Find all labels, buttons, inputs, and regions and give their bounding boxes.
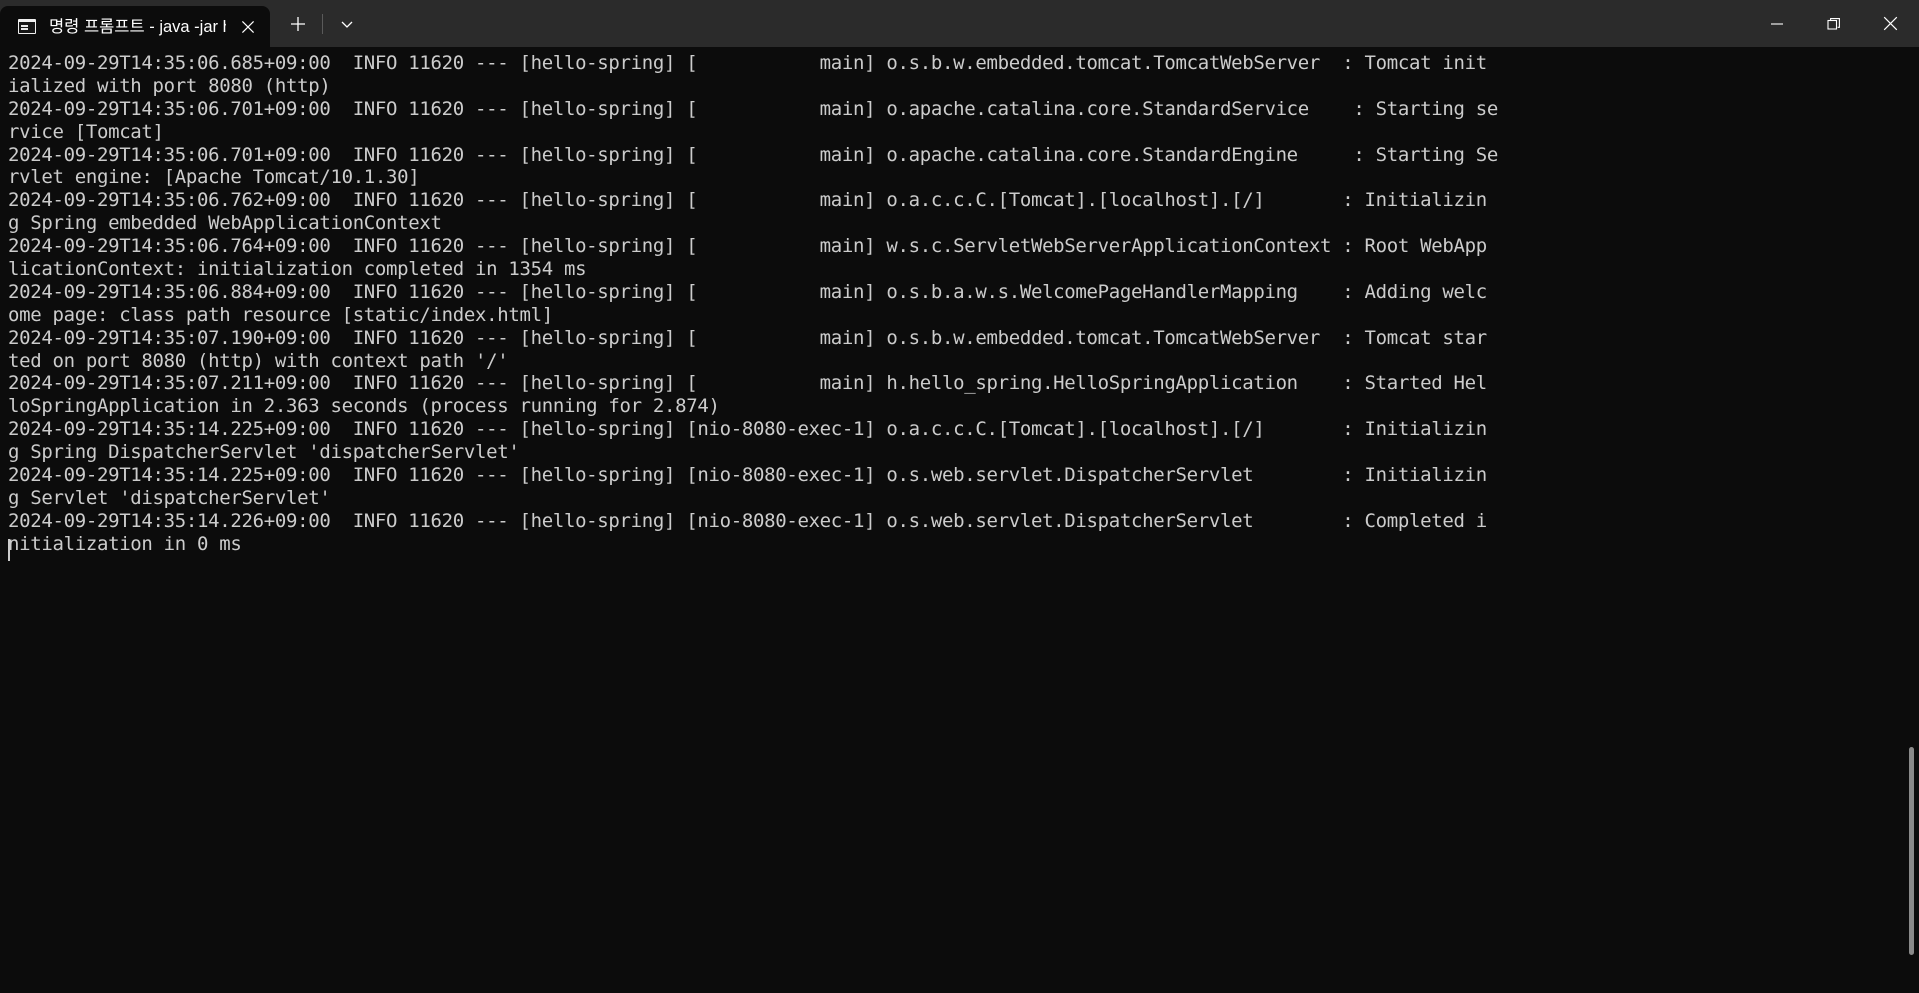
terminal-line: 2024-09-29T14:35:06.762+09:00 INFO 11620… (8, 189, 1487, 212)
terminal-line: 2024-09-29T14:35:07.190+09:00 INFO 11620… (8, 326, 1487, 349)
window-controls (1748, 0, 1919, 47)
tab-strip-actions (270, 0, 369, 47)
terminal-line: 2024-09-29T14:35:14.225+09:00 INFO 11620… (8, 418, 1487, 441)
tab-close-icon[interactable] (234, 13, 262, 41)
new-tab-button[interactable] (276, 6, 320, 42)
terminal-line: 2024-09-29T14:35:06.884+09:00 INFO 11620… (8, 280, 1487, 303)
terminal-line: 2024-09-29T14:35:07.211+09:00 INFO 11620… (8, 372, 1487, 395)
terminal-line: loSpringApplication in 2.363 seconds (pr… (8, 395, 720, 418)
tab-strip: 명령 프롬프트 - java -jar hello (0, 0, 369, 47)
terminal-line: ted on port 8080 (http) with context pat… (8, 349, 509, 372)
tab-command-prompt[interactable]: 명령 프롬프트 - java -jar hello (0, 6, 270, 47)
title-bar-drag-region[interactable] (369, 0, 1748, 47)
text-cursor (8, 539, 10, 561)
terminal-output[interactable]: 2024-09-29T14:35:06.685+09:00 INFO 11620… (0, 47, 1919, 993)
title-bar: 명령 프롬프트 - java -jar hello (0, 0, 1919, 47)
terminal-pane[interactable]: 2024-09-29T14:35:06.685+09:00 INFO 11620… (0, 47, 1919, 993)
tab-actions-divider (322, 13, 323, 34)
terminal-line: licationContext: initialization complete… (8, 258, 587, 281)
terminal-line: ialized with port 8080 (http) (8, 74, 331, 97)
terminal-line: ome page: class path resource [static/in… (8, 303, 553, 326)
terminal-line: 2024-09-29T14:35:06.701+09:00 INFO 11620… (8, 97, 1498, 120)
terminal-line: rvice [Tomcat] (8, 120, 164, 143)
terminal-window: 명령 프롬프트 - java -jar hello (0, 0, 1919, 993)
terminal-line: g Servlet 'dispatcherServlet' (8, 486, 331, 509)
terminal-line: nitialization in 0 ms (8, 532, 242, 555)
terminal-scrollbar[interactable] (1903, 47, 1919, 993)
terminal-line: 2024-09-29T14:35:06.764+09:00 INFO 11620… (8, 235, 1487, 258)
terminal-line: g Spring DispatcherServlet 'dispatcherSe… (8, 441, 520, 464)
terminal-line: g Spring embedded WebApplicationContext (8, 212, 442, 235)
terminal-line: rvlet engine: [Apache Tomcat/10.1.30] (8, 166, 420, 189)
terminal-line: 2024-09-29T14:35:06.701+09:00 INFO 11620… (8, 143, 1498, 166)
close-button[interactable] (1862, 0, 1919, 47)
tab-title: 명령 프롬프트 - java -jar hello (49, 17, 226, 36)
chevron-down-icon[interactable] (325, 6, 369, 42)
restore-button[interactable] (1805, 0, 1862, 47)
terminal-line: 2024-09-29T14:35:14.225+09:00 INFO 11620… (8, 464, 1487, 487)
scrollbar-thumb[interactable] (1909, 747, 1914, 956)
minimize-button[interactable] (1748, 0, 1805, 47)
terminal-line: 2024-09-29T14:35:14.226+09:00 INFO 11620… (8, 509, 1487, 532)
terminal-line: 2024-09-29T14:35:06.685+09:00 INFO 11620… (8, 52, 1487, 74)
command-prompt-icon (18, 19, 36, 34)
